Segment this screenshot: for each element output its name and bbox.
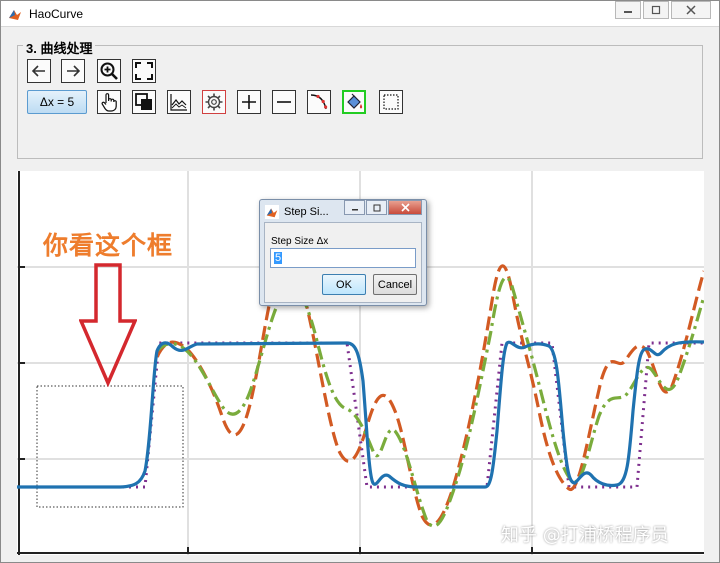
close-icon — [400, 203, 410, 212]
minimize-icon — [624, 11, 632, 13]
copy-icon — [135, 93, 152, 110]
back-button[interactable] — [27, 59, 51, 83]
window-title: HaoCurve — [29, 7, 84, 21]
settings-button[interactable] — [202, 90, 226, 114]
minus-icon — [277, 101, 291, 103]
matlab-dialog-icon — [265, 205, 279, 219]
maximize-button[interactable] — [643, 1, 669, 19]
step-size-button[interactable]: Δx = 5 — [27, 90, 87, 114]
paint-bucket-icon — [347, 93, 363, 109]
panel-title: 3. 曲线处理 — [23, 38, 96, 57]
forward-arrow-icon — [67, 65, 81, 77]
fit-to-view-button[interactable] — [132, 59, 156, 83]
title-bar[interactable]: HaoCurve — [1, 1, 719, 27]
back-arrow-icon — [31, 65, 45, 77]
ok-button[interactable]: OK — [322, 274, 366, 295]
step-size-label: Step Size Δx — [271, 236, 329, 247]
zoom-in-button[interactable] — [97, 59, 121, 83]
step-size-input[interactable]: 5 — [270, 248, 416, 268]
step-size-dialog: Step Si... Step Size Δx 5 OK Cancel — [259, 199, 427, 306]
fit-to-view-icon — [135, 62, 153, 80]
dialog-minimize-button[interactable] — [344, 200, 365, 215]
add-point-button[interactable] — [237, 90, 261, 114]
window-controls — [615, 1, 711, 19]
selection-box-button[interactable] — [379, 90, 403, 114]
minimize-icon — [351, 208, 358, 210]
dialog-body: Step Size Δx 5 OK Cancel — [264, 222, 422, 303]
cancel-button[interactable]: Cancel — [373, 274, 417, 295]
close-icon — [686, 5, 696, 15]
dialog-close-button[interactable] — [388, 200, 422, 215]
selection-rectangle[interactable] — [36, 385, 184, 508]
close-button[interactable] — [671, 1, 711, 19]
copy-button[interactable] — [132, 90, 156, 114]
plus-icon — [242, 95, 256, 109]
annotation-text: 你看这个框 — [43, 231, 174, 260]
fill-button[interactable] — [342, 90, 366, 114]
minimize-button[interactable] — [615, 1, 641, 19]
curve-chart-icon — [170, 94, 187, 111]
maximize-icon — [373, 204, 380, 211]
dialog-maximize-button[interactable] — [366, 200, 387, 215]
curve-edit-button[interactable] — [307, 90, 331, 114]
gear-icon — [205, 93, 223, 111]
remove-point-button[interactable] — [272, 90, 296, 114]
matlab-app-icon — [7, 6, 23, 22]
curve-chart-button[interactable] — [167, 90, 191, 114]
annotation-arrow — [79, 263, 137, 387]
curve-edit-icon — [310, 94, 328, 110]
green-curve — [155, 275, 704, 528]
zoom-in-icon — [100, 62, 118, 80]
maximize-icon — [651, 5, 661, 15]
watermark: 知乎 @打浦桥程序员 — [501, 525, 669, 546]
step-size-input-value: 5 — [274, 252, 283, 264]
dialog-window-controls — [344, 200, 422, 215]
forward-button[interactable] — [61, 59, 85, 83]
pan-button[interactable] — [97, 90, 121, 114]
app-window: HaoCurve 3. 曲线处理 Δx = 5 你看这个框 知乎 @打浦桥程序员… — [0, 0, 720, 563]
hand-pointer-icon — [101, 93, 117, 112]
dialog-title: Step Si... — [284, 206, 329, 218]
selection-box-icon — [383, 94, 399, 110]
